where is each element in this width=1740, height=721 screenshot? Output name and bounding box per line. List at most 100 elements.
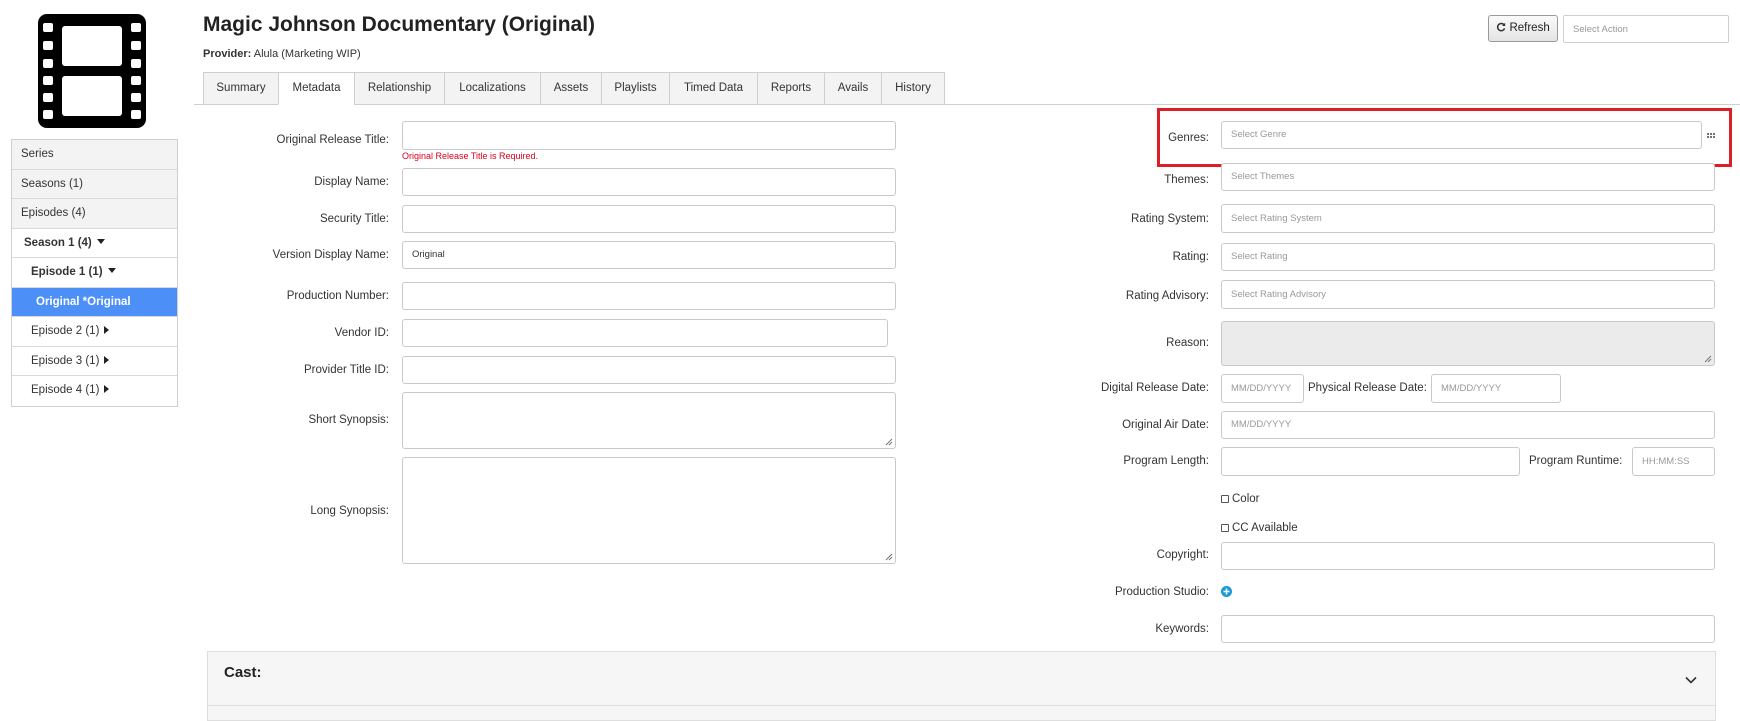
original-release-title-input[interactable] (402, 121, 896, 150)
program-length-label: Program Length: (1123, 455, 1209, 467)
version-display-name-label: Version Display Name: (272, 249, 389, 261)
sidebar-item-episode-1[interactable]: Episode 1 (1) (12, 258, 177, 288)
original-release-title-error: Original Release Title is Required. (402, 151, 539, 161)
tab-summary[interactable]: Summary (203, 72, 279, 105)
production-number-input[interactable] (402, 282, 896, 310)
rating-select[interactable]: Select Rating (1221, 243, 1715, 271)
caret-down-icon (96, 238, 105, 244)
long-synopsis-label: Long Synopsis: (310, 505, 389, 517)
tab-avails[interactable]: Avails (824, 72, 882, 105)
add-circle-icon[interactable] (1221, 586, 1232, 597)
original-release-title-label: Original Release Title: (276, 134, 390, 146)
production-number-label: Production Number: (286, 290, 389, 302)
sidebar-item-label: Episode 2 (1) (31, 325, 100, 337)
display-name-label: Display Name: (314, 176, 389, 188)
security-title-input[interactable] (402, 205, 896, 233)
color-label: Color (1232, 493, 1260, 505)
program-runtime-label: Program Runtime: (1529, 455, 1623, 467)
cc-available-label: CC Available (1232, 522, 1298, 534)
keywords-input[interactable] (1221, 615, 1715, 643)
film-icon (38, 14, 146, 128)
themes-select[interactable]: Select Themes (1221, 163, 1715, 191)
copyright-label: Copyright: (1156, 549, 1209, 561)
sidebar-item-episodes[interactable]: Episodes (4) (12, 199, 177, 229)
page-title: Magic Johnson Documentary (Original) (203, 13, 596, 36)
physical-release-date-label: Physical Release Date: (1308, 382, 1427, 394)
program-runtime-input[interactable]: HH:MM:SS (1632, 447, 1715, 476)
provider-label: Provider: (203, 48, 252, 60)
sidebar-item-episode-2[interactable]: Episode 2 (1) (12, 317, 177, 347)
select-action-dropdown[interactable]: Select Action (1563, 15, 1729, 43)
sidebar-item-label: Episode 1 (1) (31, 266, 103, 278)
provider-value: Alula (Marketing WIP) (253, 48, 361, 60)
rating-advisory-select[interactable]: Select Rating Advisory (1221, 280, 1715, 309)
caret-right-icon (104, 355, 110, 364)
sidebar-item-label: Episode 3 (1) (31, 354, 100, 367)
chevron-down-icon[interactable] (1685, 673, 1697, 684)
copyright-input[interactable] (1221, 542, 1715, 570)
sidebar-item-seasons[interactable]: Seasons (1) (12, 169, 177, 199)
digital-release-date-input[interactable]: MM/DD/YYYY (1221, 374, 1304, 403)
resize-grip-icon[interactable] (884, 437, 893, 446)
resize-grip-icon[interactable] (884, 552, 893, 561)
caret-right-icon (104, 326, 110, 334)
sidebar-nav: Series Seasons (1) Episodes (4) Season 1… (11, 139, 178, 407)
vendor-id-input[interactable] (402, 319, 888, 347)
color-checkbox[interactable] (1221, 495, 1229, 503)
sidebar-item-label: Season 1 (4) (24, 236, 92, 249)
refresh-button[interactable]: Refresh (1488, 15, 1558, 42)
production-studio-label: Production Studio: (1115, 586, 1209, 598)
cast-panel[interactable] (207, 651, 1716, 721)
security-title-label: Security Title: (319, 213, 389, 225)
sidebar-item-label: Episodes (4) (21, 207, 86, 219)
genres-highlight-box (1157, 108, 1732, 167)
caret-right-icon (104, 385, 110, 393)
provider-line: Provider: Alula (Marketing WIP) (203, 48, 361, 60)
original-air-date-label: Original Air Date: (1122, 419, 1209, 431)
reason-label: Reason: (1166, 337, 1209, 349)
resize-grip-icon[interactable] (1703, 354, 1712, 363)
rating-system-select[interactable]: Select Rating System (1221, 204, 1715, 233)
sidebar-item-season-1[interactable]: Season 1 (4) (12, 229, 177, 258)
sidebar-item-label: Episode 4 (1) (31, 384, 100, 396)
short-synopsis-label: Short Synopsis: (308, 414, 389, 426)
tab-playlists[interactable]: Playlists (601, 72, 670, 105)
rating-label: Rating: (1172, 251, 1209, 263)
sidebar-item-label: Seasons (1) (21, 177, 84, 190)
tab-assets[interactable]: Assets (540, 72, 602, 105)
provider-title-id-input[interactable] (402, 356, 896, 384)
sidebar-item-episode-4[interactable]: Episode 4 (1) (12, 376, 177, 406)
cast-divider (208, 705, 1715, 706)
refresh-icon (1497, 22, 1506, 32)
provider-title-id-label: Provider Title ID: (304, 364, 389, 376)
reason-textarea[interactable] (1221, 321, 1715, 366)
original-air-date-input[interactable]: MM/DD/YYYY (1221, 411, 1715, 439)
tab-relationship[interactable]: Relationship (354, 72, 445, 105)
sidebar-item-original[interactable]: Original *Original (12, 287, 177, 317)
display-name-input[interactable] (402, 168, 896, 196)
cc-available-checkbox[interactable] (1221, 524, 1229, 532)
themes-label: Themes: (1164, 174, 1209, 186)
short-synopsis-textarea[interactable] (402, 392, 896, 449)
tab-metadata[interactable]: Metadata (278, 72, 355, 105)
vendor-id-label: Vendor ID: (334, 327, 389, 339)
tab-localizations[interactable]: Localizations (444, 72, 541, 105)
version-display-name-input[interactable]: Original (402, 241, 896, 269)
refresh-label: Refresh (1509, 22, 1550, 34)
program-length-input[interactable] (1221, 447, 1520, 476)
color-checkbox-row[interactable]: Color (1221, 493, 1259, 505)
cc-available-checkbox-row[interactable]: CC Available (1221, 522, 1298, 534)
tab-history[interactable]: History (881, 72, 945, 105)
long-synopsis-textarea[interactable] (402, 457, 896, 564)
sidebar-item-label: Series (21, 148, 54, 160)
digital-release-date-label: Digital Release Date: (1100, 382, 1209, 394)
keywords-label: Keywords: (1155, 623, 1209, 635)
caret-down-icon (107, 268, 116, 273)
physical-release-date-input[interactable]: MM/DD/YYYY (1431, 374, 1561, 403)
sidebar-item-episode-3[interactable]: Episode 3 (1) (12, 347, 177, 376)
sidebar-item-series[interactable]: Series (12, 140, 177, 170)
tab-reports[interactable]: Reports (757, 72, 825, 105)
tab-timed-data[interactable]: Timed Data (669, 72, 758, 105)
cast-title: Cast: (224, 664, 262, 681)
rating-advisory-label: Rating Advisory: (1125, 290, 1209, 302)
